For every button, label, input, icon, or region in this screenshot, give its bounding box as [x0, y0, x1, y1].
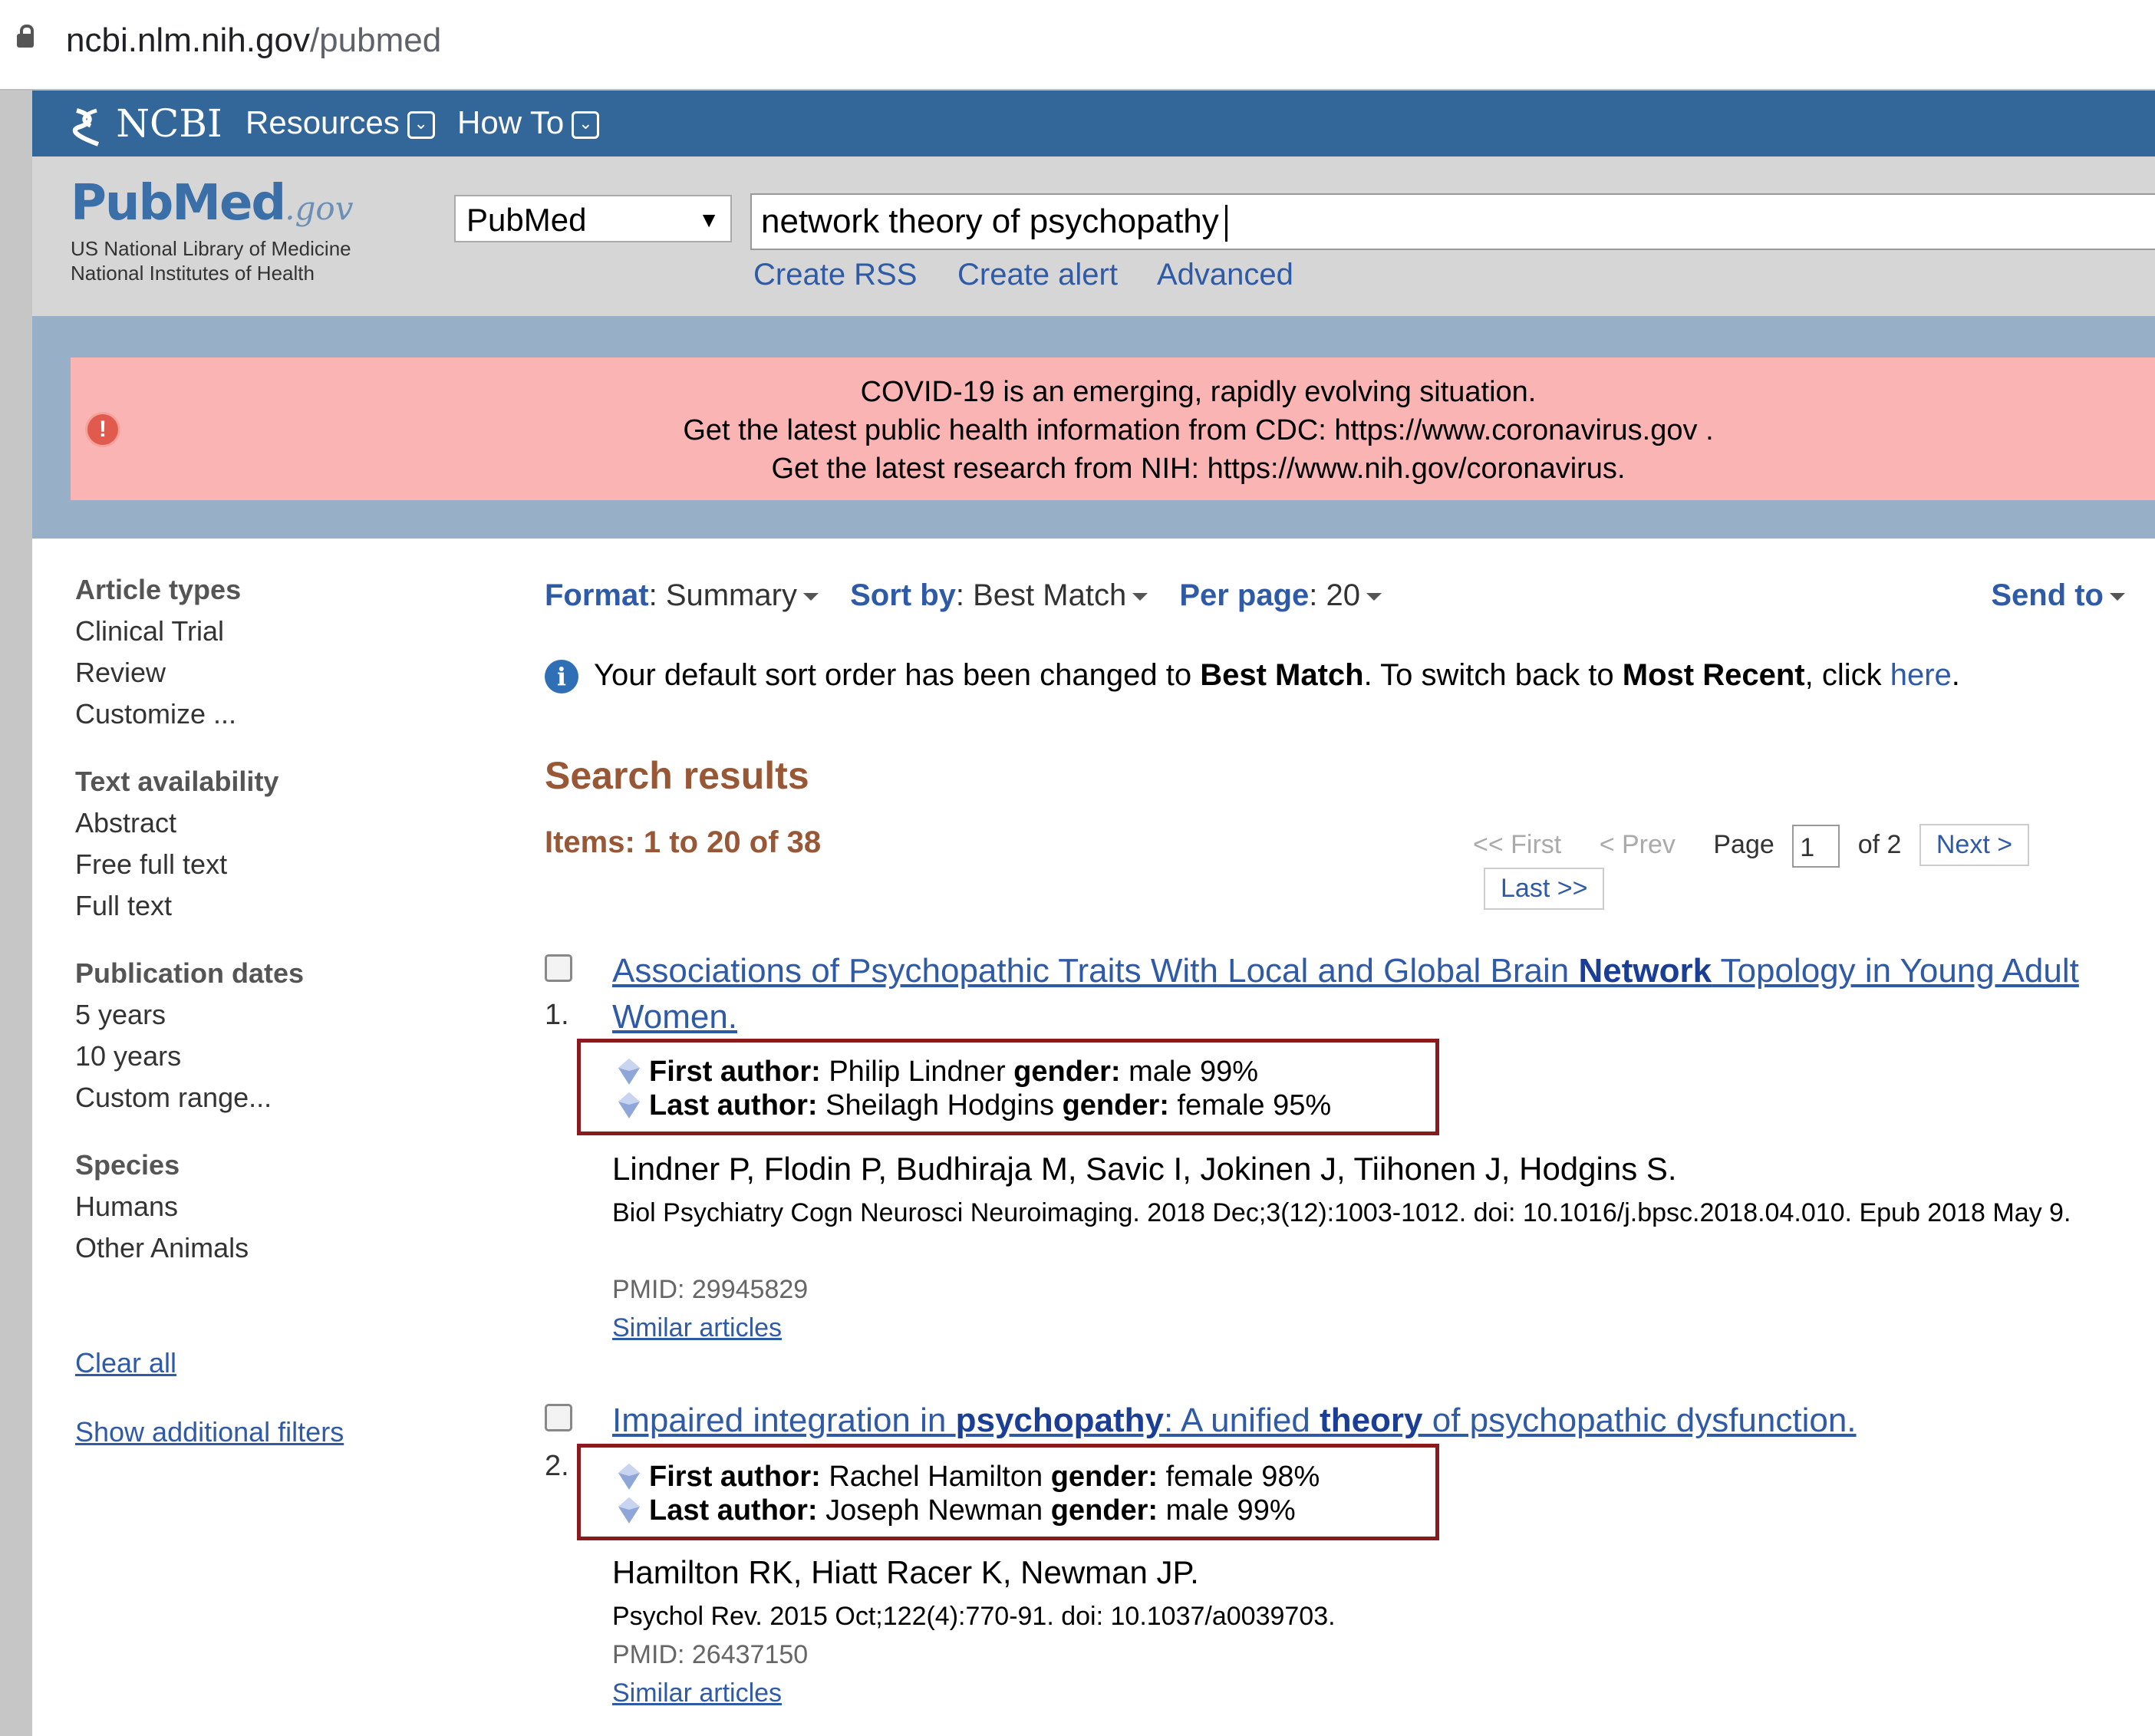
result-citation: Biol Psychiatry Cogn Neurosci Neuroimagi…: [612, 1198, 2071, 1227]
show-additional-filters-link[interactable]: Show additional filters: [75, 1416, 344, 1448]
items-count: Items: 1 to 20 of 38: [545, 825, 822, 859]
filter-item[interactable]: 10 years: [75, 1036, 474, 1077]
filter-group-species: Species Humans Other Animals: [75, 1145, 474, 1269]
prev-page-link[interactable]: < Prev: [1600, 830, 1676, 859]
caret-down-icon: [1132, 593, 1148, 601]
page-label: Page: [1713, 830, 1774, 859]
caret-down-icon: [2110, 593, 2125, 601]
similar-articles-link[interactable]: Similar articles: [612, 1678, 782, 1708]
pagination: << First < Prev Page 1 of 2 Next > Last …: [1473, 824, 2155, 911]
last-page-button[interactable]: Last >>: [1484, 868, 1605, 911]
nih-link[interactable]: https://www.nih.gov/coronavirus: [1208, 453, 1617, 485]
format-dropdown[interactable]: Format: Summary: [545, 578, 842, 612]
result-checkbox[interactable]: [545, 954, 572, 982]
url-text[interactable]: ncbi.nlm.nih.gov/pubmed: [66, 21, 441, 60]
lock-icon: [17, 25, 34, 48]
ncbi-top-bar: NCBI Resources ⌄ How To ⌄: [32, 91, 2155, 156]
cdc-link[interactable]: https://www.coronavirus.gov: [1334, 414, 1705, 446]
filter-item[interactable]: Humans: [75, 1186, 474, 1227]
result-title-link[interactable]: Associations of Psychopathic Traits With…: [612, 948, 2079, 1040]
org-name: US National Library of Medicine National…: [71, 237, 351, 285]
menu-resources[interactable]: Resources ⌄: [245, 104, 435, 141]
gender-marker-icon: [618, 1464, 640, 1490]
result-pmid: PMID: 26437150: [612, 1640, 809, 1669]
gender-marker-icon: [618, 1092, 640, 1118]
gender-marker-icon: [618, 1497, 640, 1524]
ncbi-logo[interactable]: NCBI: [71, 101, 222, 149]
filter-group-text-availability: Text availability Abstract Free full tex…: [75, 761, 474, 927]
filter-heading: Text availability: [75, 766, 279, 797]
create-alert-link[interactable]: Create alert: [957, 258, 1118, 292]
window-left-edge: [0, 91, 32, 1736]
send-to-dropdown[interactable]: Send to: [1991, 578, 2125, 613]
similar-articles-link[interactable]: Similar articles: [612, 1313, 782, 1343]
result-authors: Hamilton RK, Hiatt Racer K, Newman JP.: [612, 1554, 1199, 1590]
search-results-heading: Search results: [545, 754, 809, 797]
gender-marker-icon: [618, 1059, 640, 1085]
result-title-link[interactable]: Impaired integration in psychopathy: A u…: [612, 1398, 1857, 1444]
switch-sort-link[interactable]: here: [1890, 658, 1952, 692]
pubmed-header: PubMed.gov US National Library of Medici…: [32, 156, 2155, 316]
filter-item[interactable]: Customize ...: [75, 693, 474, 735]
first-author-gender: First author: Rachel Hamilton gender: fe…: [618, 1461, 1320, 1494]
info-icon: i: [545, 660, 578, 694]
create-rss-link[interactable]: Create RSS: [753, 258, 917, 292]
page-total: of 2: [1857, 830, 1902, 859]
result-authors: Lindner P, Flodin P, Budhiraja M, Savic …: [612, 1151, 1677, 1187]
chevron-down-icon: ⌄: [407, 110, 435, 139]
filter-item[interactable]: Other Animals: [75, 1227, 474, 1269]
banner-area: ! COVID-19 is an emerging, rapidly evolv…: [32, 316, 2155, 539]
filter-item[interactable]: Custom range...: [75, 1077, 474, 1118]
result-number: 2.: [545, 1450, 569, 1482]
search-input[interactable]: network theory of psychopathy: [750, 193, 2155, 250]
filter-heading: Article types: [75, 574, 242, 605]
ncbi-helix-icon: [72, 107, 100, 147]
filter-heading: Publication dates: [75, 957, 305, 989]
database-select[interactable]: PubMed ▼: [454, 195, 732, 242]
text-caret: [1224, 205, 1227, 242]
filter-item[interactable]: Full text: [75, 885, 474, 927]
browser-url-bar[interactable]: ncbi.nlm.nih.gov/pubmed: [0, 0, 2155, 92]
pubmed-logo[interactable]: PubMed.gov US National Library of Medici…: [71, 175, 353, 285]
caret-down-icon: [1366, 593, 1382, 601]
page-number-input[interactable]: 1: [1792, 825, 1840, 868]
filter-sidebar: Article types Clinical Trial Review Cust…: [75, 569, 474, 1295]
filter-group-publication-dates: Publication dates 5 years 10 years Custo…: [75, 953, 474, 1118]
clear-all-link[interactable]: Clear all: [75, 1347, 176, 1379]
filter-item[interactable]: Review: [75, 652, 474, 693]
last-author-gender: Last author: Joseph Newman gender: male …: [618, 1494, 1296, 1527]
filter-item[interactable]: Clinical Trial: [75, 611, 474, 652]
alert-icon: !: [87, 414, 118, 445]
result-number: 1.: [545, 999, 569, 1031]
filter-item[interactable]: Abstract: [75, 802, 474, 844]
next-page-button[interactable]: Next >: [1919, 824, 2030, 866]
chevron-down-icon: ⌄: [572, 110, 600, 139]
dropdown-arrow-icon: ▼: [698, 208, 720, 232]
result-checkbox[interactable]: [545, 1404, 572, 1431]
filter-item[interactable]: 5 years: [75, 994, 474, 1036]
filter-group-article-types: Article types Clinical Trial Review Cust…: [75, 569, 474, 735]
covid-banner: ! COVID-19 is an emerging, rapidly evolv…: [71, 357, 2155, 500]
last-author-gender: Last author: Sheilagh Hodgins gender: fe…: [618, 1089, 1331, 1122]
result-pmid: PMID: 29945829: [612, 1275, 809, 1304]
caret-down-icon: [802, 593, 819, 601]
filter-item[interactable]: Free full text: [75, 844, 474, 885]
menu-how-to[interactable]: How To ⌄: [457, 104, 600, 141]
per-page-dropdown[interactable]: Per page: 20: [1179, 578, 1405, 612]
display-settings-bar: Format: Summary Sort by: Best Match Per …: [545, 578, 2125, 613]
first-page-link[interactable]: << First: [1473, 830, 1561, 859]
sort-order-notice: i Your default sort order has been change…: [545, 658, 1960, 694]
banner-text: COVID-19 is an emerging, rapidly evolvin…: [683, 376, 1714, 485]
first-author-gender: First author: Philip Lindner gender: mal…: [618, 1056, 1258, 1089]
filter-heading: Species: [75, 1149, 180, 1181]
sort-dropdown[interactable]: Sort by: Best Match: [850, 578, 1171, 612]
result-citation: Psychol Rev. 2015 Oct;122(4):770-91. doi…: [612, 1602, 1336, 1631]
advanced-search-link[interactable]: Advanced: [1157, 258, 1293, 292]
